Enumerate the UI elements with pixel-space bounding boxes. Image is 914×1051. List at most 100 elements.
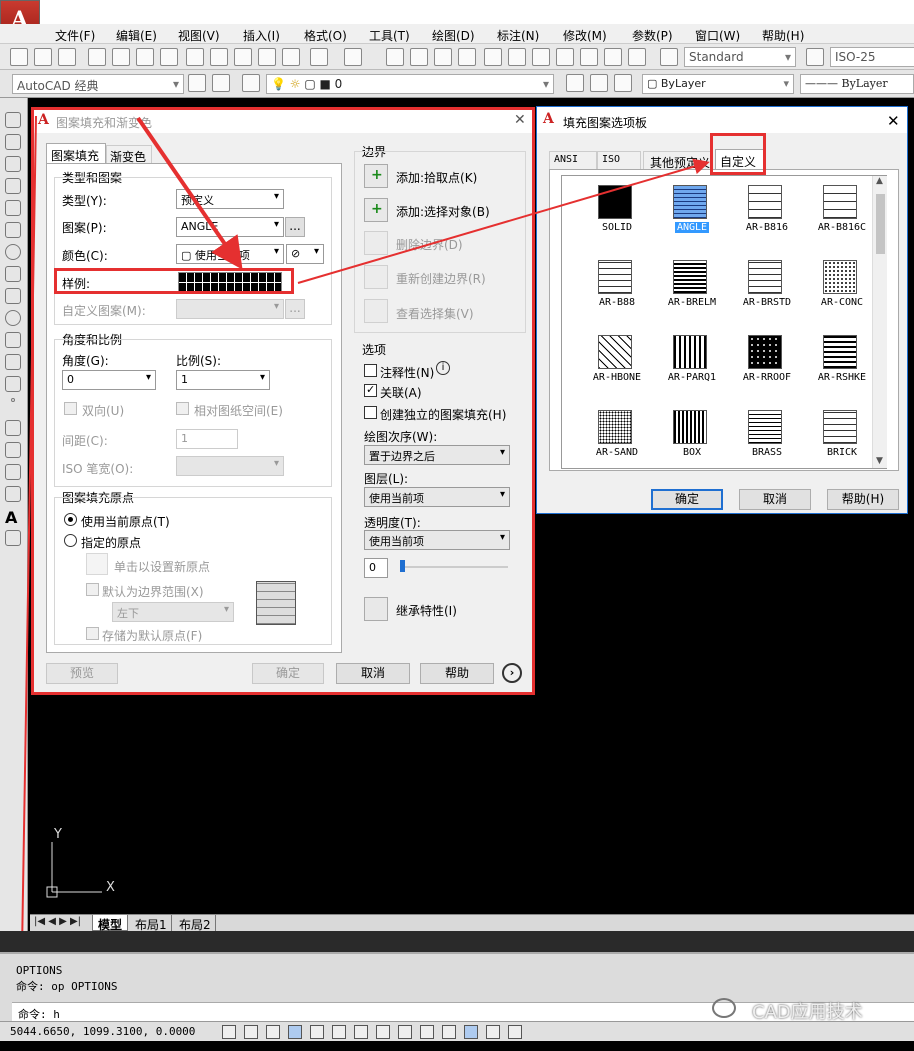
type-select[interactable]: 预定义 ▾: [176, 189, 284, 209]
selection-cycling-icon[interactable]: [508, 1025, 522, 1039]
workspace-save-icon[interactable]: [212, 74, 230, 92]
polyline-icon[interactable]: [5, 156, 21, 172]
menu-view[interactable]: 视图(V): [178, 27, 220, 44]
revision-cloud-icon[interactable]: [5, 266, 21, 282]
palette-tab-iso[interactable]: ISO: [597, 151, 641, 169]
multiline-text-icon[interactable]: A: [5, 508, 21, 527]
pattern-item-brick[interactable]: BRICK: [807, 407, 877, 477]
tab-nav-arrows-icon[interactable]: |◀ ◀ ▶ ▶|: [34, 916, 81, 927]
transparency-value-input[interactable]: 0: [364, 558, 388, 578]
pattern-item-ar-conc[interactable]: AR-CONC: [807, 257, 877, 327]
pattern-item-box[interactable]: BOX: [657, 407, 727, 477]
arc-icon[interactable]: [5, 222, 21, 238]
store-default-checkbox[interactable]: [86, 627, 99, 640]
menu-file[interactable]: 文件(F): [55, 27, 95, 44]
calculator-icon[interactable]: [604, 48, 622, 66]
pattern-item-brass[interactable]: BRASS: [732, 407, 802, 477]
help-icon[interactable]: [628, 48, 646, 66]
infer-constraints-icon[interactable]: [222, 1025, 236, 1039]
cancel-button[interactable]: 取消: [336, 663, 410, 684]
inherit-properties-label[interactable]: 继承特性(I): [396, 602, 457, 619]
workspace-select[interactable]: AutoCAD 经典 ▾: [12, 74, 184, 94]
scale-select[interactable]: 1 ▾: [176, 370, 270, 390]
pattern-item-solid[interactable]: SOLID: [582, 182, 652, 252]
add-pick-points-icon[interactable]: +: [364, 164, 388, 188]
preview-button[interactable]: 预览: [46, 663, 118, 684]
associative-checkbox[interactable]: ✓: [364, 383, 377, 397]
text-style-select[interactable]: Standard ▾: [684, 47, 796, 67]
draw-order-select[interactable]: 置于边界之后 ▾: [364, 445, 510, 465]
undo-icon[interactable]: [310, 48, 328, 66]
relative-paper-checkbox[interactable]: [176, 402, 189, 415]
set-origin-icon[interactable]: [86, 553, 108, 575]
help-button[interactable]: 帮助: [420, 663, 494, 684]
default-boundary-checkbox[interactable]: [86, 583, 99, 596]
pattern-browse-button[interactable]: ...: [285, 217, 305, 237]
open-icon[interactable]: [34, 48, 52, 66]
angle-select[interactable]: 0 ▾: [62, 370, 156, 390]
color-control-select[interactable]: ▢ ByLayer ▾: [642, 74, 794, 94]
object-snap-tracking-icon[interactable]: [376, 1025, 390, 1039]
transparency-icon[interactable]: [464, 1025, 478, 1039]
menu-modify[interactable]: 修改(M): [563, 27, 607, 44]
linetype-control-select[interactable]: ——— ByLayer: [800, 74, 914, 94]
tab-hatch[interactable]: 图案填充: [46, 143, 106, 163]
cut-icon[interactable]: [186, 48, 204, 66]
double-checkbox[interactable]: [64, 402, 77, 415]
3d-object-snap-icon[interactable]: [354, 1025, 368, 1039]
dynamic-input-icon[interactable]: [420, 1025, 434, 1039]
pattern-list-scrollbar[interactable]: ▲ ▼: [872, 176, 887, 468]
make-current-icon[interactable]: [566, 74, 584, 92]
pattern-item-ar-brstd[interactable]: AR-BRSTD: [732, 257, 802, 327]
color-select[interactable]: ▢ 使用当前项 ▾: [176, 244, 284, 264]
palette-tab-ansi[interactable]: ANSI: [549, 151, 597, 169]
text-style-icon[interactable]: [660, 48, 678, 66]
new-icon[interactable]: [10, 48, 28, 66]
print-preview-icon[interactable]: [112, 48, 130, 66]
add-selected-icon[interactable]: [5, 530, 21, 546]
tab-layout1[interactable]: 布局1: [130, 915, 172, 932]
block-editor-icon[interactable]: [282, 48, 300, 66]
ellipse-icon[interactable]: [5, 310, 21, 326]
close-icon[interactable]: ✕: [887, 112, 900, 130]
view-selection-icon[interactable]: [364, 299, 388, 323]
polar-tracking-icon[interactable]: [310, 1025, 324, 1039]
lineweight-icon[interactable]: [442, 1025, 456, 1039]
make-block-icon[interactable]: [5, 376, 21, 392]
command-splitter[interactable]: [0, 931, 914, 952]
dim-style-select[interactable]: ISO-25: [830, 47, 914, 67]
properties-icon[interactable]: [484, 48, 502, 66]
3d-print-icon[interactable]: [160, 48, 178, 66]
layer-select[interactable]: 💡 ☼ ▢ ■ 0 ▾: [266, 74, 554, 94]
snap-mode-icon[interactable]: [244, 1025, 258, 1039]
table-icon[interactable]: [5, 486, 21, 502]
redo-icon[interactable]: [344, 48, 362, 66]
grid-display-icon[interactable]: [266, 1025, 280, 1039]
background-color-select[interactable]: ⊘ ▾: [286, 244, 324, 264]
markup-icon[interactable]: [580, 48, 598, 66]
pattern-list[interactable]: SOLID ANGLE AR-B816 AR-B816C AR-B88 AR-BRELM A…: [561, 175, 887, 469]
pan-icon[interactable]: [386, 48, 404, 66]
line-icon[interactable]: [5, 112, 21, 128]
tab-gradient[interactable]: 渐变色: [106, 145, 152, 164]
pattern-item-ar-b816c[interactable]: AR-B816C: [807, 182, 877, 252]
zoom-realtime-icon[interactable]: [410, 48, 428, 66]
pattern-item-ar-brelm[interactable]: AR-BRELM: [657, 257, 727, 327]
palette-tab-other[interactable]: 其他预定义: [643, 151, 713, 170]
spacing-input[interactable]: 1: [176, 429, 238, 449]
pattern-item-ar-rshke[interactable]: AR-RSHKE: [807, 332, 877, 402]
dim-style-icon[interactable]: [806, 48, 824, 66]
palette-help-button[interactable]: 帮助(H): [827, 489, 899, 510]
palette-ok-button[interactable]: 确定: [651, 489, 723, 510]
spline-icon[interactable]: [5, 288, 21, 304]
pattern-item-ar-parq1[interactable]: AR-PARQ1: [657, 332, 727, 402]
annotative-checkbox[interactable]: [364, 364, 377, 377]
circle-icon[interactable]: [5, 244, 21, 260]
pattern-item-ar-hbone[interactable]: AR-HBONE: [582, 332, 652, 402]
pattern-sample-swatch[interactable]: [178, 272, 282, 292]
menu-format[interactable]: 格式(O): [304, 27, 347, 44]
add-select-objects-label[interactable]: 添加:选择对象(B): [396, 203, 490, 220]
ellipse-arc-icon[interactable]: [5, 332, 21, 348]
publish-icon[interactable]: [136, 48, 154, 66]
remove-boundary-icon[interactable]: [364, 231, 388, 255]
